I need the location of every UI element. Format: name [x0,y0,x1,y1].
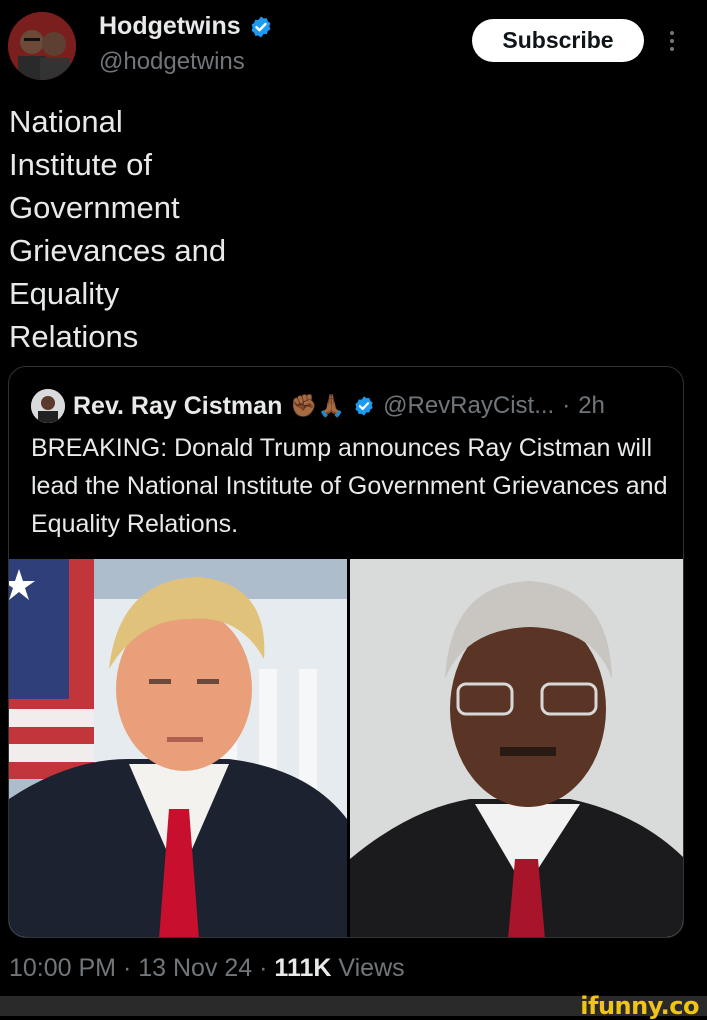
views-count: 111K [274,954,332,982]
portrait-photo-left-image [9,559,347,937]
quoted-author-emojis: ✊🏾🙏🏾 [290,393,346,418]
verified-badge-icon [251,16,271,37]
post-time[interactable]: 10:00 PM [9,954,116,982]
quoted-post-media[interactable] [9,559,683,937]
profile-photo-icon [8,12,76,80]
quoted-author-name[interactable]: Rev. Ray Cistman [73,392,282,421]
verified-badge-icon [355,396,373,416]
quoted-post-text: BREAKING: Donald Trump announces Ray Cis… [31,434,668,538]
author-name[interactable]: Hodgetwins [99,12,241,41]
separator-dot: · [252,954,275,982]
profile-photo-icon [31,389,65,423]
quoted-post-time[interactable]: 2h [578,392,605,420]
post-text: National Institute of Government Grievan… [9,104,227,354]
quoted-author-avatar[interactable] [31,389,65,423]
quoted-post-card[interactable]: Rev. Ray Cistman ✊🏾🙏🏾 @RevRayCist... · 2… [8,366,684,938]
more-vertical-icon[interactable] [662,24,682,58]
views-label: Views [338,954,405,982]
separator-dot: · [116,954,139,982]
author-handle[interactable]: @hodgetwins [99,48,245,76]
post-meta: 10:00 PM · 13 Nov 24 · 111K Views [9,954,405,983]
author-avatar[interactable] [8,12,76,80]
portrait-photo-right[interactable] [350,559,683,937]
quoted-author-handle[interactable]: @RevRayCist... [383,392,554,420]
post-date[interactable]: 13 Nov 24 [138,954,252,982]
separator-dot: · [562,392,571,419]
quoted-post-header: Rev. Ray Cistman ✊🏾🙏🏾 @RevRayCist... · 2… [31,389,605,423]
portrait-photo-right-image [350,559,683,937]
portrait-photo-left[interactable] [9,559,347,937]
subscribe-button[interactable]: Subscribe [472,19,644,62]
author-name-row: Hodgetwins [99,12,273,41]
